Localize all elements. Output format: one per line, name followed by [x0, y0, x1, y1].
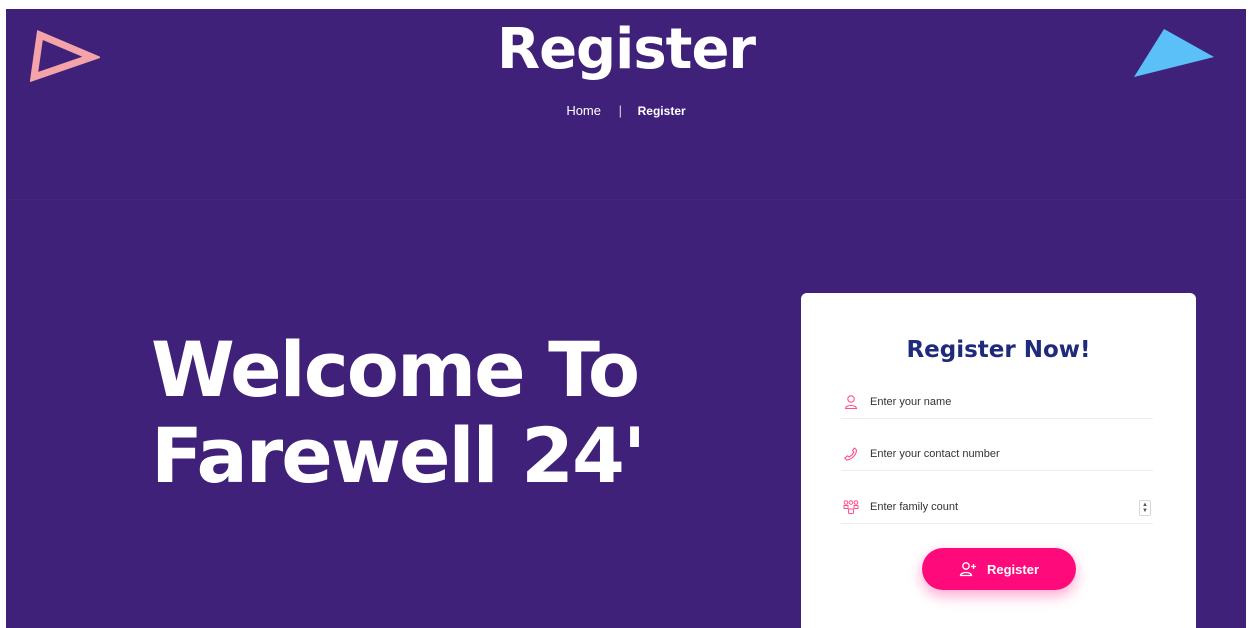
name-field: [841, 386, 1153, 419]
welcome-line-1: Welcome To: [151, 325, 640, 414]
family-count-input[interactable]: [870, 501, 1120, 513]
breadcrumb-home-link[interactable]: Home: [566, 103, 601, 118]
phone-icon: [844, 447, 858, 461]
phone-field: [841, 438, 1153, 471]
number-stepper[interactable]: ▲ ▼: [1139, 500, 1151, 516]
welcome-heading: Welcome To Farewell 24': [151, 327, 711, 499]
breadcrumb-current: Register: [637, 104, 686, 118]
hero-divider: [6, 199, 1246, 200]
breadcrumb-separator: |: [618, 103, 623, 118]
user-icon: [844, 395, 858, 410]
register-button[interactable]: Register: [922, 548, 1076, 590]
register-form-card: Register Now! Enter your name Enter your…: [801, 293, 1196, 628]
welcome-line-2: Farewell 24': [151, 411, 646, 500]
user-plus-icon: [959, 562, 976, 577]
name-input[interactable]: [870, 396, 1120, 408]
form-title: Register Now!: [906, 337, 1091, 363]
register-button-label: Register: [986, 561, 1040, 577]
family-icon: [843, 500, 859, 514]
page-title: Register: [496, 17, 756, 82]
family-field: ▲ ▼: [841, 491, 1153, 524]
phone-input[interactable]: [870, 448, 1120, 460]
stepper-down-icon[interactable]: ▼: [1142, 508, 1148, 514]
breadcrumb: Home | Register: [6, 103, 1246, 118]
page-frame: Register Home | Register Welcome To Fare…: [6, 9, 1246, 628]
